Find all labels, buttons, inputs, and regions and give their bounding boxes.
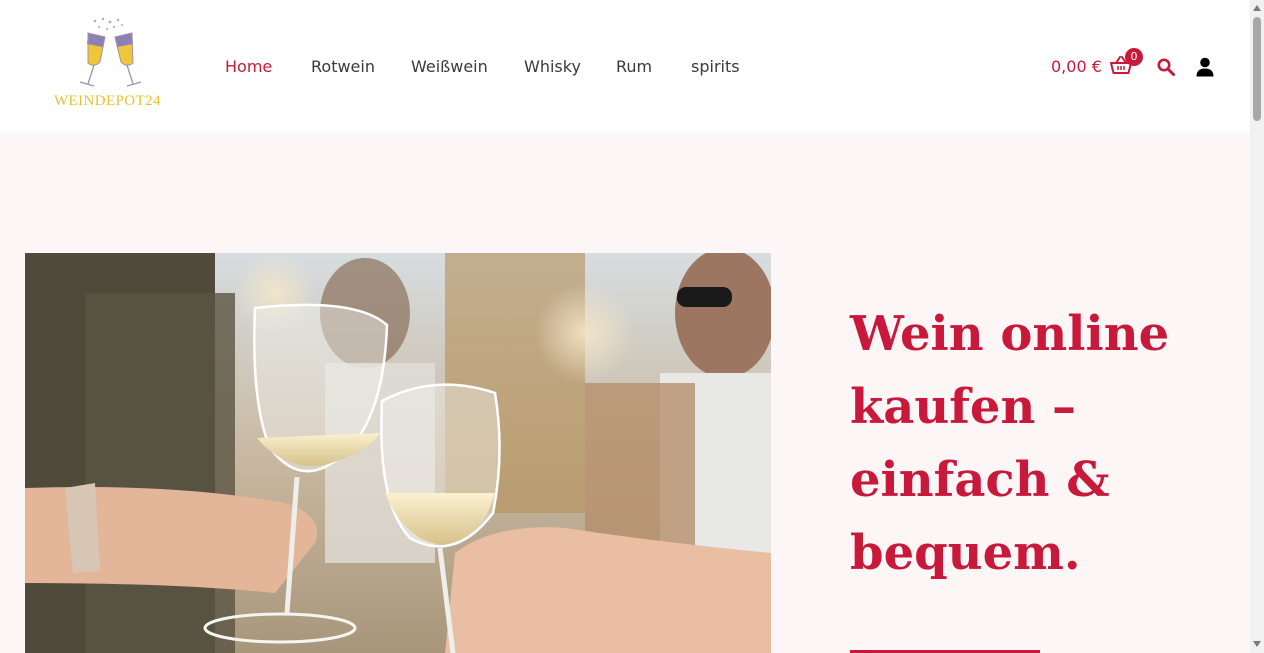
scroll-thumb[interactable] (1253, 17, 1261, 121)
logo-text: WEINDEPOT24 (54, 93, 161, 109)
cart-total[interactable]: 0,00 € (1051, 57, 1102, 76)
hero-title: Wein online kaufen – einfach & bequem. (850, 306, 1170, 581)
cart-count-badge: 0 (1125, 48, 1143, 66)
logo[interactable]: WEINDEPOT24 (50, 16, 172, 112)
scroll-down-arrow-icon[interactable] (1253, 641, 1261, 647)
nav-item-spirits[interactable]: spirits (691, 57, 740, 76)
page: WEINDEPOT24 Home Rotwein Weißwein Whisky… (0, 0, 1264, 653)
champagne-glasses-icon (79, 17, 142, 87)
nav-item-whisky[interactable]: Whisky (524, 57, 581, 76)
nav-item-home[interactable]: Home (225, 57, 272, 76)
nav-item-rotwein[interactable]: Rotwein (311, 57, 375, 76)
scroll-up-arrow-icon[interactable] (1253, 5, 1261, 11)
hero-section: Wein online kaufen – einfach & bequem. (0, 133, 1250, 653)
search-icon[interactable] (1157, 58, 1175, 76)
nav-item-rum[interactable]: Rum (616, 57, 652, 76)
site-header: WEINDEPOT24 Home Rotwein Weißwein Whisky… (0, 0, 1250, 133)
nav-item-weisswein[interactable]: Weißwein (411, 57, 488, 76)
hero-image (25, 253, 771, 653)
user-icon[interactable] (1196, 57, 1214, 77)
scrollbar[interactable] (1250, 0, 1264, 653)
